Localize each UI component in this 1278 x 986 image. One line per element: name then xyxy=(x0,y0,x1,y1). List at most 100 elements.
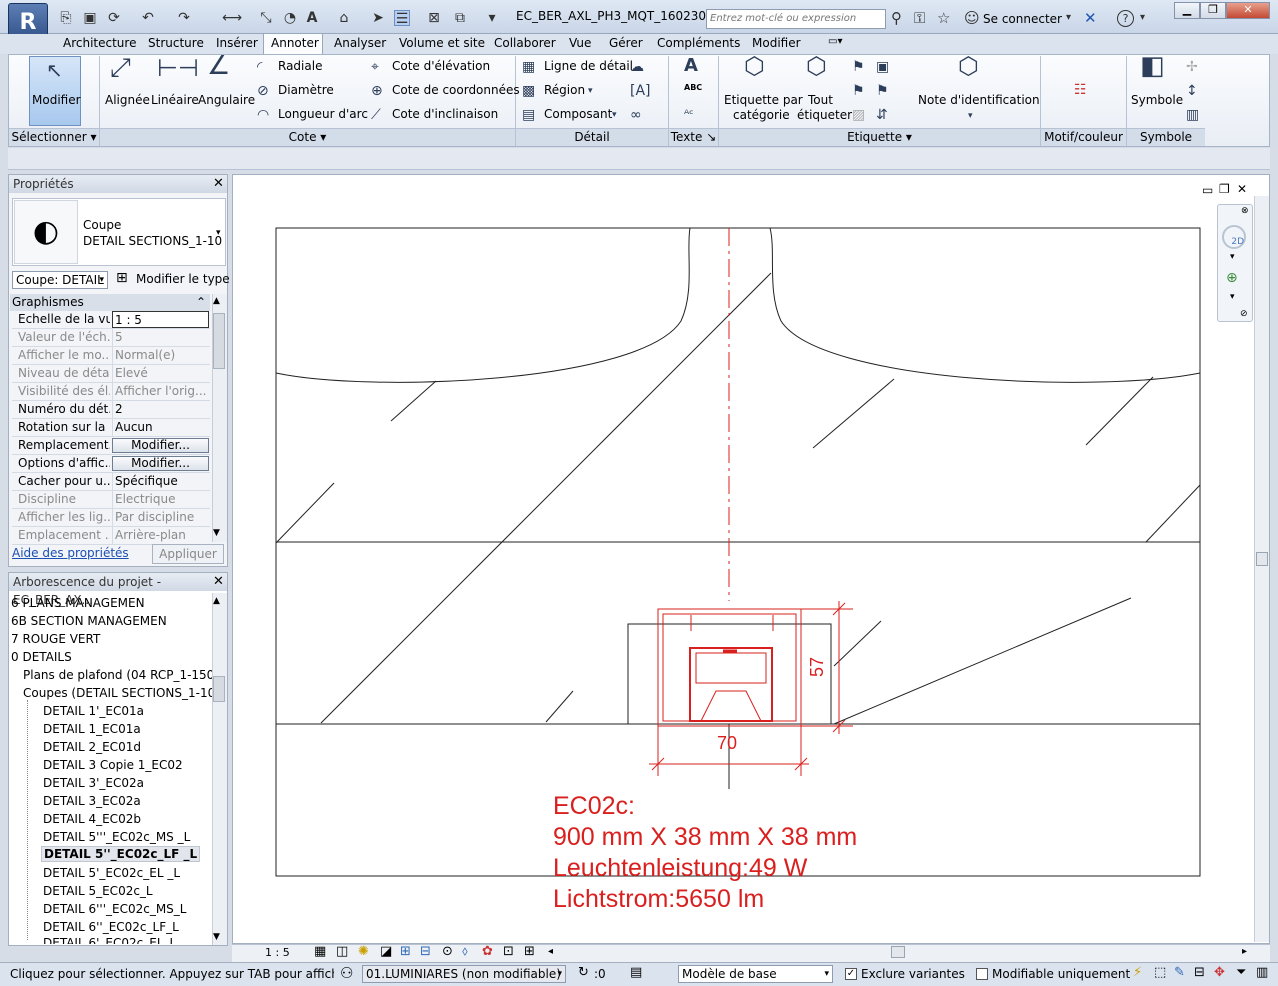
display-options-button[interactable]: Modifier... xyxy=(112,456,209,471)
detail-line-label[interactable]: Ligne de détail xyxy=(544,59,633,73)
tag-all-label-1[interactable]: Tout xyxy=(808,93,833,107)
reveal-hidden-icon[interactable]: ✿ xyxy=(482,944,493,959)
panel-title-tag[interactable]: Etiquette ▾ xyxy=(719,128,1040,146)
section-view-canvas[interactable]: 70 57 EC02c: 900 mm X 38 mm X 38 mm Leuc… xyxy=(233,175,1271,945)
scroll-down-icon[interactable]: ▼ xyxy=(213,528,220,538)
canvas-vertical-scrollbar[interactable] xyxy=(1254,196,1269,942)
ribbon-minimize-icon[interactable]: ▭▾ xyxy=(828,36,842,47)
lock-3d-icon[interactable]: ⊙ xyxy=(442,944,453,959)
spot-slope-icon[interactable]: ⟋ xyxy=(371,107,381,123)
sync-icon[interactable]: ⟳ xyxy=(106,10,122,26)
prop-row[interactable]: Echelle de la vue1 : 5 xyxy=(12,311,210,329)
shadows-icon[interactable]: ◪ xyxy=(380,944,392,959)
close-window-icon[interactable]: ✕ xyxy=(1226,2,1270,19)
show-crop-icon[interactable]: ⊟ xyxy=(420,944,431,959)
tab-annotate[interactable]: Annoter xyxy=(271,36,319,50)
save-icon[interactable]: ▣ xyxy=(82,10,98,26)
visibility-overrides-button[interactable]: Modifier... xyxy=(112,438,209,453)
span-direction-icon[interactable]: ✢ xyxy=(1186,59,1198,75)
select-by-face-icon[interactable]: ⊟ xyxy=(1194,965,1205,980)
help-dropdown-icon[interactable]: ▾ xyxy=(1140,10,1145,26)
browser-item-selected[interactable]: DETAIL 5''_EC02c_LF _L xyxy=(41,846,201,862)
tag-all-icon[interactable]: ⬡ xyxy=(806,54,827,78)
tab-addins[interactable]: Compléments xyxy=(657,36,740,50)
spelling-icon[interactable]: ABC xyxy=(684,83,702,92)
visual-style-icon[interactable]: ◫ xyxy=(336,944,348,959)
switch-windows-icon[interactable]: ⧉ xyxy=(452,10,468,26)
wheel-dropdown-icon[interactable]: ▾ xyxy=(1230,252,1235,262)
h-scroll-left-icon[interactable]: ◂ xyxy=(548,946,553,957)
analytical-model-icon[interactable]: ⊡ xyxy=(503,944,514,959)
browser-item[interactable]: Plans de plafond (04 RCP_1-150 xyxy=(23,668,214,682)
tab-architecture[interactable]: Architecture xyxy=(63,36,136,50)
help-icon[interactable]: ? xyxy=(1117,10,1134,27)
sign-in-dropdown-icon[interactable]: ▾ xyxy=(1066,10,1071,26)
filter-icon[interactable]: ⏷ xyxy=(1236,965,1246,980)
active-workset-select[interactable]: 01.LUMINIARES (non modifiable) ▾ xyxy=(362,965,566,983)
browser-scroll-thumb[interactable] xyxy=(213,676,225,702)
component-icon[interactable]: ▤ xyxy=(522,107,535,123)
navbar-close-icon[interactable]: ⊗ xyxy=(1241,206,1249,216)
tag-by-category-label-2[interactable]: catégorie xyxy=(733,108,790,122)
customize-toolbar-icon[interactable]: ▾ xyxy=(484,10,500,26)
properties-help-link[interactable]: Aide des propriétés xyxy=(12,546,129,560)
browser-item[interactable]: DETAIL 5'''_EC02c_MS _L xyxy=(43,830,190,844)
close-hidden-icon[interactable]: ⊠ xyxy=(426,10,442,26)
exchange-apps-icon[interactable]: ✕ xyxy=(1084,10,1097,26)
aligned-dimension-icon[interactable]: ⤢ xyxy=(110,55,131,81)
design-option-select[interactable]: Modèle de base ▾ xyxy=(678,965,833,983)
favorites-star-icon[interactable]: ☆ xyxy=(937,10,950,26)
arc-length-icon[interactable]: ◠ xyxy=(257,107,269,123)
region-dropdown-icon[interactable]: ▾ xyxy=(588,83,593,99)
tab-massing-site[interactable]: Volume et site xyxy=(399,36,485,50)
browser-item[interactable]: DETAIL 5_EC02c_L xyxy=(43,884,153,898)
browser-item[interactable]: DETAIL 4_EC02b xyxy=(43,812,141,826)
text-icon[interactable]: A xyxy=(304,10,320,26)
canvas-h-scroll-thumb[interactable] xyxy=(891,946,905,958)
multi-category-tag-icon[interactable]: ⚑ xyxy=(852,59,865,75)
navbar-options-icon[interactable]: ⊘ xyxy=(1240,309,1248,319)
browser-item[interactable]: DETAIL 1_EC01a xyxy=(43,722,141,736)
panel-title-select[interactable]: Sélectionner ▾ xyxy=(9,128,99,146)
radial-label[interactable]: Radiale xyxy=(278,59,322,73)
undo-icon[interactable]: ↶ xyxy=(140,10,156,26)
exclude-options-label[interactable]: Exclure variantes xyxy=(861,967,965,981)
region-label[interactable]: Région xyxy=(544,83,585,97)
aligned-label[interactable]: Alignée xyxy=(105,93,150,107)
prop-row[interactable]: Options d'affic... Modifier... xyxy=(12,455,210,473)
view-minimize-icon[interactable]: ▭ xyxy=(1202,183,1213,197)
section-icon[interactable]: ➤ xyxy=(370,10,386,26)
insulation-icon[interactable]: ∞ xyxy=(630,107,642,123)
scroll-down-icon[interactable]: ▼ xyxy=(213,932,220,942)
editable-only-checkbox[interactable] xyxy=(976,968,988,980)
browser-item[interactable]: DETAIL 3'_EC02a xyxy=(43,776,144,790)
tab-manage[interactable]: Gérer xyxy=(609,36,643,50)
browser-item[interactable]: DETAIL 6'_EC02c_EL_L xyxy=(43,936,176,944)
drag-elements-icon[interactable]: ✥ xyxy=(1214,965,1225,980)
restore-icon[interactable]: ❐ xyxy=(1200,2,1226,19)
browser-item[interactable]: DETAIL 2_EC01d xyxy=(43,740,141,754)
select-underlay-icon[interactable]: ⬚ xyxy=(1154,965,1166,980)
properties-group-graphics[interactable]: Graphismes ⌃ xyxy=(10,294,210,311)
h-scroll-right-icon[interactable]: ▸ xyxy=(1242,946,1247,957)
3d-view-icon[interactable]: ⌂ xyxy=(336,10,352,26)
view-scale-input[interactable]: 1 : 5 xyxy=(112,311,209,328)
diameter-icon[interactable]: ⊘ xyxy=(257,83,269,99)
spot-elevation-icon[interactable]: ⌖ xyxy=(371,59,379,75)
view-scale[interactable]: 1 : 5 xyxy=(265,946,290,959)
edit-type-icon[interactable]: ⊞ xyxy=(116,270,128,286)
editable-refresh-icon[interactable]: ↻ xyxy=(578,965,589,980)
scroll-up-icon[interactable]: ▲ xyxy=(213,596,220,606)
tag-all-label-2[interactable]: étiqueter xyxy=(797,108,852,122)
tab-analyze[interactable]: Analyser xyxy=(334,36,386,50)
spot-slope-label[interactable]: Cote d'inclinaison xyxy=(392,107,498,121)
angular-label[interactable]: Angulaire xyxy=(198,93,255,107)
component-label[interactable]: Composant xyxy=(544,107,612,121)
radial-icon[interactable]: ◜ xyxy=(257,59,262,75)
detail-line-icon[interactable]: ▦ xyxy=(522,59,535,75)
type-dropdown-icon[interactable]: ▾ xyxy=(216,228,221,238)
crop-view-icon[interactable]: ⊞ xyxy=(400,944,411,959)
panel-title-text[interactable]: Texte ↘ xyxy=(669,128,718,146)
open-icon[interactable]: ⎘ xyxy=(58,10,74,26)
color-fill-legend-icon[interactable]: ☷ xyxy=(1074,82,1087,98)
